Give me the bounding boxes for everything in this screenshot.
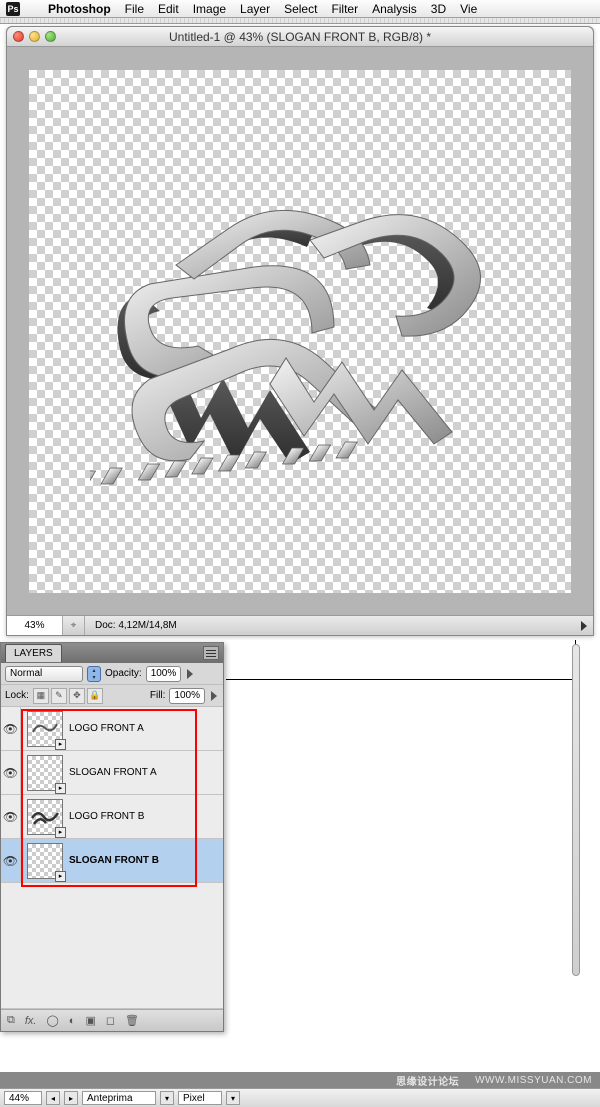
lock-all-icon[interactable]: 🔒 [87,688,103,704]
app-zoom-field[interactable]: 44% [4,1091,42,1105]
visibility-toggle[interactable]: 👁 [1,839,21,882]
panel-tabbar: LAYERS [1,643,223,663]
aux-frame [226,640,576,680]
layer-row[interactable]: 👁 ▸ SLOGAN FRONT B [1,839,223,883]
blend-mode-stepper[interactable]: ▴▾ [87,666,101,682]
collapsed-panel-dock[interactable] [572,644,580,976]
doc-info-text: Doc: 4,12M/14,8M [85,620,581,631]
fill-label: Fill: [150,690,166,701]
app-menu[interactable]: Photoshop [48,2,111,16]
lock-transparency-icon[interactable]: ▦ [33,688,49,704]
document-title: Untitled-1 @ 43% (SLOGAN FRONT B, RGB/8)… [7,30,593,44]
zoom-stepper-left[interactable]: ◂ [46,1091,60,1105]
lock-fill-row: Lock: ▦ ✎ ✥ 🔒 Fill: 100% [1,685,223,707]
layer-thumbnail[interactable]: ▸ [27,843,63,879]
doc-info-menu-icon[interactable] [581,621,587,631]
panel-menu-icon[interactable] [203,646,219,660]
smart-object-icon: ▸ [55,827,66,838]
blend-mode-select[interactable]: Normal [5,666,83,682]
menu-analysis[interactable]: Analysis [372,2,417,16]
menu-edit[interactable]: Edit [158,2,179,16]
layer-row[interactable]: 👁 ▸ LOGO FRONT A [1,707,223,751]
app-status-bar: 44% ◂ ▸ Anteprima ▾ Pixel ▾ [0,1088,600,1107]
blend-opacity-row: Normal ▴▾ Opacity: 100% [1,663,223,685]
unit-select[interactable]: Pixel [178,1091,222,1105]
photoshop-app-icon: Ps [6,2,20,16]
fill-slider-icon[interactable] [211,691,217,701]
layer-thumbnail[interactable]: ▸ [27,755,63,791]
view-mode-select[interactable]: Anteprima [82,1091,156,1105]
link-layers-icon[interactable]: ⧉ [7,1014,15,1027]
menu-layer[interactable]: Layer [240,2,270,16]
add-mask-icon[interactable]: ◯ [46,1014,58,1027]
layers-tab[interactable]: LAYERS [5,644,62,662]
layers-panel-footer: ⧉ fx. ◯ ◐ ▣ ◻ 🗑 [1,1009,223,1031]
menu-file[interactable]: File [125,2,144,16]
watermark-bar: 思缘设计论坛 WWW.MISSYUAN.COM [0,1072,600,1088]
new-group-icon[interactable]: ▣ [85,1014,95,1027]
smart-object-icon: ▸ [55,739,66,750]
layer-thumbnail[interactable]: ▸ [27,711,63,747]
new-layer-icon[interactable]: ◻ [106,1014,115,1027]
layer-fx-icon[interactable]: fx. [25,1015,37,1027]
watermark-cn: 思缘设计论坛 [396,1073,459,1088]
lock-label: Lock: [5,690,29,701]
canvas[interactable] [29,70,571,593]
visibility-toggle[interactable]: 👁 [1,795,21,838]
smart-object-icon: ▸ [55,871,66,882]
visibility-toggle[interactable]: 👁 [1,751,21,794]
opacity-label: Opacity: [105,668,142,679]
options-bar [0,18,600,24]
lock-controls: ▦ ✎ ✥ 🔒 [33,688,103,704]
menu-image[interactable]: Image [193,2,226,16]
layer-name[interactable]: LOGO FRONT A [69,723,223,734]
zoom-button[interactable] [45,31,56,42]
layers-panel: LAYERS Normal ▴▾ Opacity: 100% Lock: ▦ ✎… [0,642,224,1032]
view-mode-dropdown-icon[interactable]: ▾ [160,1091,174,1105]
opacity-slider-icon[interactable] [187,669,193,679]
layer-row[interactable]: 👁 ▸ SLOGAN FRONT A [1,751,223,795]
watermark-url: WWW.MISSYUAN.COM [475,1075,592,1086]
menu-3d[interactable]: 3D [431,2,446,16]
layer-name[interactable]: SLOGAN FRONT A [69,767,223,778]
document-body [7,48,593,615]
opacity-input[interactable]: 100% [146,666,182,682]
artwork-3d-logo [90,164,510,499]
minimize-button[interactable] [29,31,40,42]
menu-filter[interactable]: Filter [331,2,358,16]
layer-name[interactable]: LOGO FRONT B [69,811,223,822]
menu-select[interactable]: Select [284,2,317,16]
visibility-toggle[interactable]: 👁 [1,707,21,750]
lock-pixels-icon[interactable]: ✎ [51,688,67,704]
adjustment-layer-icon[interactable]: ◐ [69,1015,76,1027]
unit-dropdown-icon[interactable]: ▾ [226,1091,240,1105]
fill-input[interactable]: 100% [169,688,205,704]
zoom-field[interactable]: 43% [7,616,63,635]
layer-name[interactable]: SLOGAN FRONT B [69,855,223,866]
document-titlebar[interactable]: Untitled-1 @ 43% (SLOGAN FRONT B, RGB/8)… [7,27,593,47]
layers-empty-area[interactable] [1,883,223,1009]
delete-layer-icon[interactable]: 🗑 [125,1014,139,1027]
document-window: Untitled-1 @ 43% (SLOGAN FRONT B, RGB/8)… [6,26,594,636]
close-button[interactable] [13,31,24,42]
lock-position-icon[interactable]: ✥ [69,688,85,704]
smart-object-icon: ▸ [55,783,66,794]
layer-row[interactable]: 👁 ▸ LOGO FRONT B [1,795,223,839]
layer-thumbnail[interactable]: ▸ [27,799,63,835]
mac-menubar: Ps Photoshop File Edit Image Layer Selec… [0,0,600,18]
layers-list: 👁 ▸ LOGO FRONT A 👁 ▸ SLOGAN FRONT A 👁 ▸ … [1,707,223,1009]
zoom-stepper-right[interactable]: ▸ [64,1091,78,1105]
menu-view[interactable]: Vie [460,2,477,16]
window-controls [13,31,56,42]
navigator-icon[interactable]: ⌖ [63,616,85,635]
document-status-bar: 43% ⌖ Doc: 4,12M/14,8M [7,615,593,635]
